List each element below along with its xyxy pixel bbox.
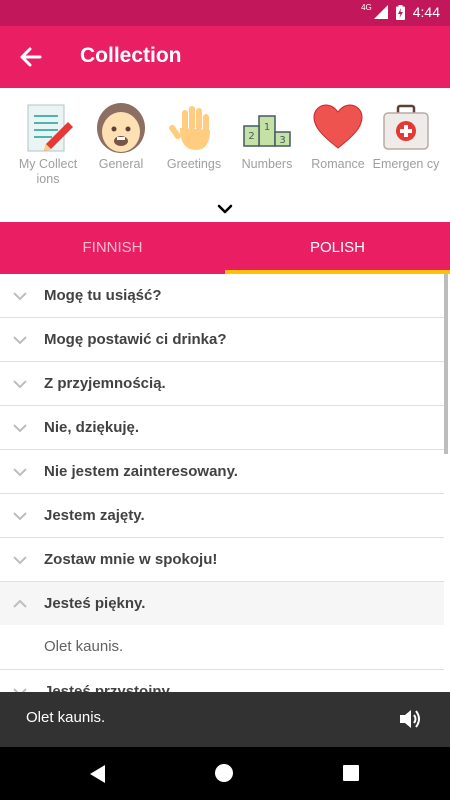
tab-polish[interactable]: POLISH <box>225 222 450 274</box>
chevron-down-icon <box>13 468 27 477</box>
phrase-row[interactable]: Z przyjemnością. <box>0 362 444 406</box>
category-label: Emergen cy <box>372 157 440 171</box>
expand-categories-button[interactable] <box>215 202 235 220</box>
category-label: Numbers <box>241 157 293 171</box>
language-tabs: FINNISH POLISH <box>0 222 450 274</box>
face-icon <box>97 103 145 153</box>
arrow-back-icon <box>20 47 42 67</box>
chevron-down-icon <box>13 424 27 433</box>
signal-icon <box>373 5 388 19</box>
category-greetings[interactable]: Greetings <box>159 88 229 172</box>
chevron-down-icon <box>13 380 27 389</box>
first-aid-kit-icon <box>383 104 429 150</box>
phrase-row[interactable]: Jestem zajęty. <box>0 494 444 538</box>
audio-snackbar: Olet kaunis. <box>0 692 450 747</box>
chevron-down-icon <box>13 292 27 301</box>
svg-text:2: 2 <box>248 131 254 142</box>
phrase-row[interactable]: Mogę postawić ci drinka? <box>0 318 444 362</box>
chevron-down-icon <box>13 512 27 521</box>
phrase-row-expanded[interactable]: Jesteś piękny. <box>0 582 444 626</box>
chevron-up-icon <box>13 599 27 608</box>
category-label: General <box>98 157 144 171</box>
app-bar: Collection <box>0 26 450 88</box>
podium-icon: 1 2 3 <box>243 115 291 147</box>
chevron-down-icon <box>217 204 233 214</box>
svg-text:3: 3 <box>279 135 285 146</box>
battery-icon <box>395 4 405 20</box>
phrase-text: Zostaw mnie w spokoju! <box>44 551 218 568</box>
phrase-list: Mogę tu usiąść? Mogę postawić ci drinka?… <box>0 274 450 692</box>
phrase-text: Mogę tu usiąść? <box>44 287 162 304</box>
phrase-row[interactable]: Nie jestem zainteresowany. <box>0 450 444 494</box>
chevron-down-icon <box>13 556 27 565</box>
phrase-row[interactable]: Nie, dziękuję. <box>0 406 444 450</box>
category-label: Greetings <box>166 157 222 171</box>
status-bar: 4G 4:44 <box>0 0 450 26</box>
phrase-text: Jestem zajęty. <box>44 507 145 524</box>
phrase-text: Nie, dziękuję. <box>44 419 140 436</box>
category-label: Romance <box>311 157 365 171</box>
play-audio-button[interactable] <box>398 708 422 735</box>
back-button[interactable] <box>16 43 46 71</box>
translation-row[interactable]: Olet kaunis. <box>0 625 444 670</box>
nav-back-icon[interactable] <box>89 765 107 783</box>
nav-home-icon[interactable] <box>215 764 233 782</box>
phrase-row[interactable]: Jesteś przystojny. <box>0 670 444 692</box>
system-nav-bar <box>0 747 450 800</box>
phrase-row[interactable]: Mogę tu usiąść? <box>0 274 444 318</box>
snackbar-text: Olet kaunis. <box>26 709 106 726</box>
status-icons: 4G 4:44 <box>361 2 440 21</box>
translation-text: Olet kaunis. <box>44 638 124 655</box>
scrollbar[interactable] <box>444 274 448 454</box>
clock: 4:44 <box>412 4 440 20</box>
notepad-pencil-icon <box>27 104 73 152</box>
phrase-text: Mogę postawić ci drinka? <box>44 331 227 348</box>
phrase-text: Jesteś piękny. <box>44 595 146 612</box>
phrase-text: Z przyjemnością. <box>44 375 166 392</box>
tab-finnish[interactable]: FINNISH <box>0 222 225 274</box>
network-type: 4G <box>361 2 372 12</box>
speaker-icon <box>400 710 420 728</box>
phrase-row[interactable]: Zostaw mnie w spokoju! <box>0 538 444 582</box>
category-label: My Collect ions <box>18 157 78 186</box>
nav-recents-icon[interactable] <box>343 765 359 781</box>
category-emergency[interactable]: Emergen cy <box>371 88 441 172</box>
hand-wave-icon <box>169 106 210 150</box>
category-strip: My Collect ions General Greetings 1 2 3 … <box>0 88 450 222</box>
category-general[interactable]: General <box>86 88 156 172</box>
page-title: Collection <box>80 44 182 67</box>
category-romance[interactable]: Romance <box>303 88 373 172</box>
chevron-down-icon <box>13 336 27 345</box>
phrase-text: Jesteś przystojny. <box>44 683 173 692</box>
category-numbers[interactable]: 1 2 3 Numbers <box>232 88 302 172</box>
phrase-text: Nie jestem zainteresowany. <box>44 463 238 480</box>
svg-text:1: 1 <box>264 122 270 133</box>
heart-icon <box>313 104 363 149</box>
category-my-collections[interactable]: My Collect ions <box>13 88 83 187</box>
